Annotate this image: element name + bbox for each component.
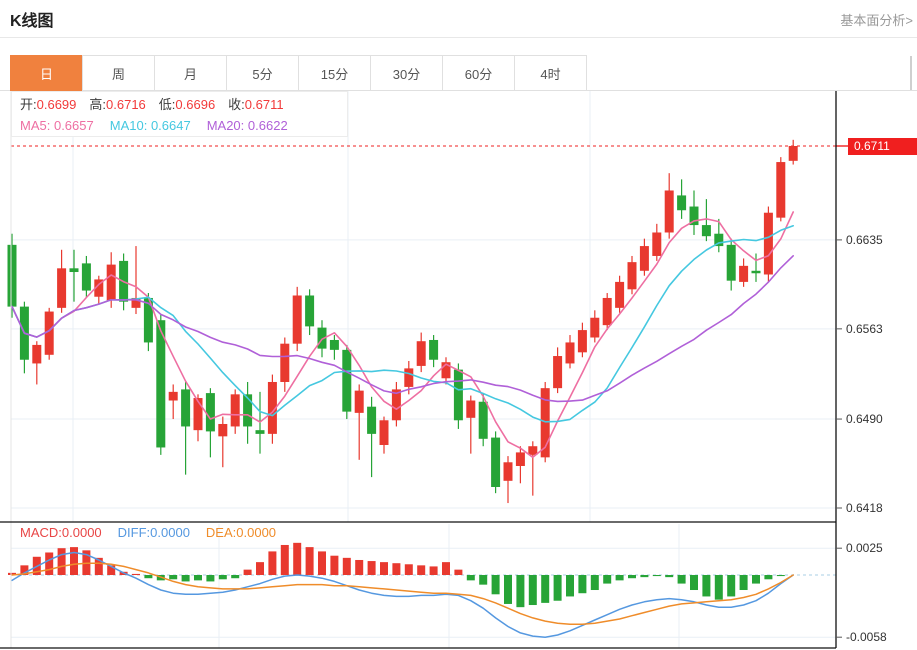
- fundamental-analysis-link[interactable]: 基本面分析>: [840, 10, 913, 29]
- title-divider: [0, 37, 917, 38]
- macd-tick-label: 0.0025: [846, 540, 883, 556]
- price-tick-label: 0.6490: [846, 411, 883, 427]
- price-tick-label: 0.6563: [846, 321, 883, 337]
- tab-5min[interactable]: 5分: [226, 55, 299, 91]
- close-label: 收:: [228, 97, 245, 112]
- ma20-value: MA20: 0.6622: [207, 118, 288, 133]
- low-value: 0.6696: [175, 97, 215, 112]
- kline-chart[interactable]: [0, 91, 917, 650]
- current-price-badge: 0.6711: [848, 138, 917, 155]
- ma-row: MA5: 0.6657 MA10: 0.6647 MA20: 0.6622: [20, 115, 347, 136]
- interval-tabstrip: 日 周 月 5分 15分 30分 60分 4时: [10, 55, 587, 91]
- open-value: 0.6699: [37, 97, 77, 112]
- price-tick-label: 0.6418: [846, 500, 883, 516]
- low-label: 低:: [159, 97, 176, 112]
- tab-15min[interactable]: 15分: [298, 55, 371, 91]
- tab-60min[interactable]: 60分: [442, 55, 515, 91]
- ma10-value: MA10: 0.6647: [110, 118, 191, 133]
- open-label: 开:: [20, 97, 37, 112]
- kline-widget: K线图 基本面分析> 日 周 月 5分 15分 30分 60分 4时 开:0.6…: [0, 0, 917, 650]
- macd-value: MACD:0.0000: [20, 525, 102, 540]
- price-tick-label: 0.6635: [846, 232, 883, 248]
- ohlc-info-box: 开:0.6699 高:0.6716 低:0.6696 收:0.6711 MA5: 0.…: [11, 91, 348, 137]
- tabstrip-right-edge: [910, 56, 912, 90]
- tab-weekly[interactable]: 周: [82, 55, 155, 91]
- tab-4hour[interactable]: 4时: [514, 55, 587, 91]
- dea-value: DEA:0.0000: [206, 525, 276, 540]
- close-value: 0.6711: [245, 97, 284, 112]
- macd-tick-label: -0.0058: [846, 629, 887, 645]
- page-title: K线图: [10, 7, 54, 31]
- tab-30min[interactable]: 30分: [370, 55, 443, 91]
- high-value: 0.6716: [106, 97, 146, 112]
- ma5-value: MA5: 0.6657: [20, 118, 94, 133]
- tab-monthly[interactable]: 月: [154, 55, 227, 91]
- high-label: 高:: [89, 97, 106, 112]
- ohlc-row: 开:0.6699 高:0.6716 低:0.6696 收:0.6711: [20, 94, 347, 115]
- tab-daily[interactable]: 日: [10, 55, 83, 91]
- macd-legend: MACD:0.0000 DIFF:0.0000 DEA:0.0000: [20, 525, 276, 540]
- diff-value: DIFF:0.0000: [118, 525, 190, 540]
